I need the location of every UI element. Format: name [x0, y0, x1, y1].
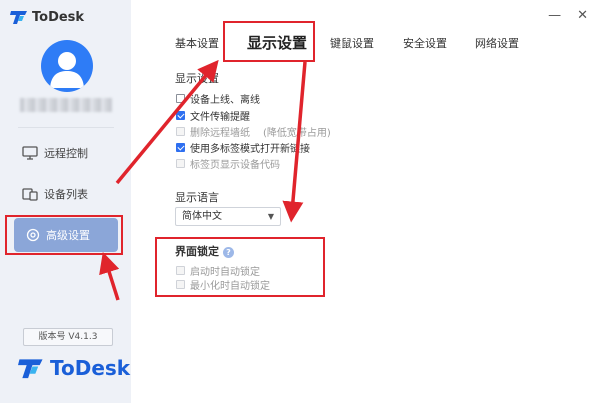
option-remove-remote-wallpaper: 删除远程墙纸 (降低宽带占用)	[176, 124, 331, 139]
option-label: 标签页显示设备代码	[190, 160, 280, 171]
tab-mouse-keyboard-settings[interactable]: 键鼠设置	[330, 35, 374, 51]
monitor-icon	[22, 146, 38, 160]
user-silhouette-icon	[50, 52, 84, 88]
settings-gear-icon	[26, 228, 40, 242]
devices-icon	[22, 188, 38, 201]
sidebar-item-label: 高级设置	[46, 229, 90, 242]
checkbox-checked[interactable]	[176, 111, 185, 120]
lock-section-title: 界面锁定?	[175, 243, 234, 259]
option-lock-on-startup: 启动时自动锁定	[176, 263, 260, 278]
language-section-title: 显示语言	[175, 191, 219, 204]
checkbox[interactable]	[176, 94, 185, 103]
sidebar-item-label: 远程控制	[44, 147, 88, 160]
sidebar-divider	[18, 127, 114, 128]
todesk-logo-icon	[10, 11, 27, 24]
option-device-online-offline[interactable]: 设备上线、离线	[176, 91, 260, 106]
display-section-title: 显示设置	[175, 72, 219, 85]
language-select[interactable]: 简体中文 ▼	[175, 207, 281, 226]
option-multi-tab-mode[interactable]: 使用多标签模式打开新链接	[176, 140, 310, 155]
option-label: 使用多标签模式打开新链接	[190, 144, 310, 155]
sidebar-item-remote-control[interactable]: 远程控制	[22, 140, 88, 166]
option-lock-on-minimize: 最小化时自动锁定	[176, 277, 270, 292]
option-label: 启动时自动锁定	[190, 267, 260, 278]
tab-display-settings[interactable]: 显示设置	[247, 32, 307, 53]
minimize-button[interactable]: —	[548, 8, 561, 23]
sidebar-item-device-list[interactable]: 设备列表	[22, 181, 88, 207]
avatar[interactable]	[41, 40, 93, 92]
checkbox-disabled	[176, 266, 185, 275]
checkbox-disabled	[176, 280, 185, 289]
tab-network-settings[interactable]: 网络设置	[475, 35, 519, 51]
version-badge: 版本号 V4.1.3	[23, 328, 113, 346]
todesk-logo-icon	[18, 359, 43, 379]
close-button[interactable]: ✕	[577, 8, 588, 23]
option-show-device-code: 标签页显示设备代码	[176, 156, 280, 171]
option-label: 最小化时自动锁定	[190, 281, 270, 292]
app-name: ToDesk	[32, 9, 85, 25]
option-label: 设备上线、离线	[190, 95, 260, 106]
option-label: 删除远程墙纸	[190, 128, 250, 139]
lock-section-label: 界面锁定	[175, 245, 219, 258]
tab-basic-settings[interactable]: 基本设置	[175, 35, 219, 51]
option-label: 文件传输提醒	[190, 112, 250, 123]
option-hint: (降低宽带占用)	[263, 128, 331, 139]
todesk-window: ToDesk 远程控制 设备列表 高级设置 版本号 V4.1.3 ToDesk …	[0, 0, 600, 403]
tab-security-settings[interactable]: 安全设置	[403, 35, 447, 51]
brand-footer: ToDesk	[18, 356, 130, 380]
language-select-value: 简体中文	[182, 211, 222, 222]
help-icon[interactable]: ?	[223, 246, 234, 258]
username-blurred	[20, 98, 112, 112]
sidebar-item-advanced-settings[interactable]: 高级设置	[14, 218, 118, 252]
brand-header: ToDesk	[10, 9, 84, 25]
sidebar: ToDesk 远程控制 设备列表 高级设置 版本号 V4.1.3 ToDesk	[0, 0, 131, 403]
option-file-transfer-alert[interactable]: 文件传输提醒	[176, 108, 250, 123]
chevron-down-icon: ▼	[267, 212, 274, 221]
checkbox-checked[interactable]	[176, 143, 185, 152]
window-controls: — ✕	[548, 8, 588, 23]
sidebar-item-label: 设备列表	[44, 188, 88, 201]
checkbox-disabled	[176, 159, 185, 168]
checkbox-disabled	[176, 127, 185, 136]
brand-name: ToDesk	[50, 356, 131, 380]
